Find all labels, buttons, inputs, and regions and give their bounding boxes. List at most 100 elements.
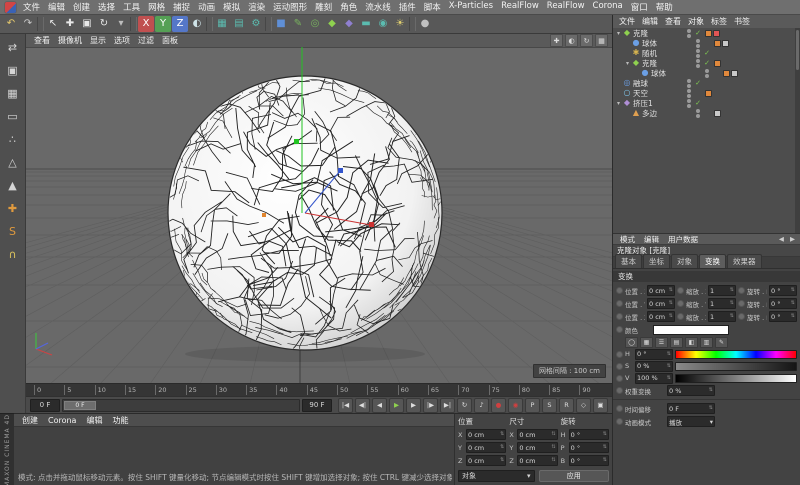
- keyframe-dot-icon[interactable]: [616, 387, 623, 394]
- weight-input[interactable]: 0 %⇅: [667, 385, 715, 396]
- toggle-views-icon[interactable]: ▦: [595, 34, 608, 47]
- expander-icon[interactable]: ▾: [615, 30, 622, 37]
- tag-icons[interactable]: [705, 30, 720, 37]
- menu-item[interactable]: 网格: [144, 1, 169, 13]
- coord-field[interactable]: Y 0 cm⇅: [458, 442, 506, 453]
- menu-item[interactable]: 捕捉: [169, 1, 194, 13]
- add-camera-icon[interactable]: ◉: [375, 16, 391, 32]
- tag-icons[interactable]: [714, 60, 721, 67]
- menu-item[interactable]: 运动图形: [269, 1, 311, 13]
- menu-item[interactable]: 雕刻: [311, 1, 336, 13]
- attribute-tab[interactable]: 变换: [699, 254, 726, 268]
- render-picture-icon[interactable]: ▤: [231, 16, 247, 32]
- menu-item[interactable]: 模拟: [219, 1, 244, 13]
- coord-field[interactable]: Y 0 cm⇅: [509, 442, 557, 453]
- param-input[interactable]: 0 °⇅: [769, 311, 797, 322]
- keyframe-dot-icon[interactable]: [616, 326, 623, 333]
- enable-state-icon[interactable]: ✓: [693, 29, 703, 37]
- object-item-extrude[interactable]: ▾ ◆ 挤压1 ✓: [613, 98, 800, 108]
- tag-icon[interactable]: [705, 30, 712, 37]
- next-key-button[interactable]: |▶: [423, 398, 438, 413]
- coord-field-input[interactable]: 0 °⇅: [569, 429, 609, 440]
- menu-item[interactable]: 文件: [19, 1, 44, 13]
- attribute-mode-tab[interactable]: 模式: [616, 234, 639, 245]
- keyframe-dot-icon[interactable]: [616, 405, 623, 412]
- add-subdivision-icon[interactable]: ◎: [307, 16, 323, 32]
- coord-field-input[interactable]: 0 cm⇅: [466, 455, 506, 466]
- key-parameter-button[interactable]: ◇: [576, 398, 591, 413]
- menu-item[interactable]: 创建: [69, 1, 94, 13]
- lock-z-button[interactable]: Z: [172, 16, 188, 32]
- enable-axis-icon[interactable]: ✚: [4, 199, 22, 217]
- object-item-random[interactable]: ✱ 随机 ✓: [613, 48, 800, 58]
- color-spectrum-icon[interactable]: ▦: [640, 337, 653, 348]
- enable-state-icon[interactable]: ✓: [702, 49, 712, 57]
- channel-input[interactable]: 0 %⇅: [635, 361, 673, 372]
- coord-group-title[interactable]: 位置: [458, 416, 506, 427]
- material-menu-item[interactable]: 功能: [108, 415, 132, 426]
- coord-field-input[interactable]: 0 cm⇅: [517, 442, 557, 453]
- spinner-icon[interactable]: ⇅: [603, 458, 607, 463]
- spinner-icon[interactable]: ⇅: [500, 432, 504, 437]
- keyframe-dot-icon[interactable]: [616, 418, 623, 425]
- menu-item[interactable]: RealFlow: [497, 1, 543, 13]
- color-wheel-icon[interactable]: ◯: [625, 337, 638, 348]
- keyframe-dot-icon[interactable]: [616, 287, 623, 294]
- menu-item[interactable]: 帮助: [652, 1, 677, 13]
- menu-item[interactable]: 角色: [336, 1, 361, 13]
- section-header[interactable]: 变换: [613, 271, 800, 282]
- goto-end-button[interactable]: ▶|: [440, 398, 455, 413]
- spinner-icon[interactable]: ⇅: [551, 445, 555, 450]
- coordinate-system-icon[interactable]: ◐: [189, 16, 205, 32]
- object-manager-menu-item[interactable]: 编辑: [639, 16, 661, 27]
- redo-icon[interactable]: ↷: [20, 16, 36, 32]
- viewport-3d-scene[interactable]: [26, 47, 612, 383]
- keyframe-dot-icon[interactable]: [677, 313, 684, 320]
- tag-icons[interactable]: [714, 40, 729, 47]
- color-rgb-icon[interactable]: ☰: [655, 337, 668, 348]
- move-tool-icon[interactable]: ✚: [62, 16, 78, 32]
- undo-icon[interactable]: ↶: [3, 16, 19, 32]
- coord-field[interactable]: X 0 cm⇅: [458, 429, 506, 440]
- tag-icon[interactable]: [714, 110, 721, 117]
- viewport-menu-item[interactable]: 选项: [110, 35, 134, 46]
- tag-icons[interactable]: [723, 70, 738, 77]
- channel-input[interactable]: 0 °⇅: [635, 349, 673, 360]
- apply-button[interactable]: 应用: [539, 470, 610, 482]
- object-manager-menu-item[interactable]: 对象: [685, 16, 707, 27]
- viewport-menu-item[interactable]: 面板: [158, 35, 182, 46]
- key-position-button[interactable]: P: [525, 398, 540, 413]
- coord-field-input[interactable]: 0 °⇅: [569, 455, 609, 466]
- lock-y-button[interactable]: Y: [155, 16, 171, 32]
- toolbar-separator[interactable]: [409, 17, 416, 31]
- keyframe-dot-icon[interactable]: [616, 363, 623, 370]
- keyframe-dot-icon[interactable]: [738, 313, 745, 320]
- expander-icon[interactable]: ▾: [615, 100, 622, 107]
- visibility-dots[interactable]: [685, 29, 693, 38]
- gradient-bar[interactable]: [675, 362, 797, 371]
- coord-field-input[interactable]: 0 cm⇅: [517, 455, 557, 466]
- visibility-dots[interactable]: [685, 99, 693, 108]
- menu-item[interactable]: 插件: [395, 1, 420, 13]
- rotate-view-icon[interactable]: ↻: [580, 34, 593, 47]
- model-mode-icon[interactable]: ▣: [4, 61, 22, 79]
- tag-icon[interactable]: [713, 30, 720, 37]
- attribute-mode-tab[interactable]: 编辑: [640, 234, 663, 245]
- color-hsv-icon[interactable]: ▤: [670, 337, 683, 348]
- object-item-metaball[interactable]: ◎ 融球 ✓: [613, 78, 800, 88]
- live-selection-icon[interactable]: ↖: [45, 16, 61, 32]
- attribute-tab[interactable]: 对象: [671, 254, 698, 268]
- add-material-icon[interactable]: ●: [417, 16, 433, 32]
- visibility-dots[interactable]: [694, 39, 702, 48]
- spinner-icon[interactable]: ⇅: [500, 458, 504, 463]
- sound-button[interactable]: ♪: [474, 398, 489, 413]
- add-spline-icon[interactable]: ✎: [290, 16, 306, 32]
- object-manager-menu-item[interactable]: 查看: [662, 16, 684, 27]
- animation-mode-dropdown[interactable]: 播放▾: [667, 416, 715, 427]
- toolbar-separator[interactable]: [37, 17, 44, 31]
- viewport-canvas[interactable]: 网格间隔 : 100 cm: [26, 47, 612, 383]
- end-frame-field[interactable]: 90 F: [302, 399, 332, 412]
- coord-group-title[interactable]: 旋转: [561, 416, 609, 427]
- points-mode-icon[interactable]: ∴: [4, 130, 22, 148]
- param-input[interactable]: 0 cm⇅: [647, 311, 675, 322]
